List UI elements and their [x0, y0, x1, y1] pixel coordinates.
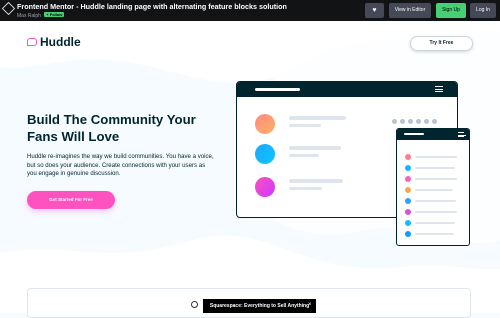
- get-started-button[interactable]: Get Started For Free: [27, 191, 115, 209]
- heart-button[interactable]: ♥: [365, 3, 384, 18]
- pen-author: Max Ralph + Follow: [17, 12, 65, 19]
- hero-headline: Build The Community Your Fans Will Love: [27, 112, 196, 144]
- sign-up-button[interactable]: Sign Up: [436, 3, 466, 18]
- heart-icon: ♥: [372, 7, 377, 14]
- close-icon[interactable]: ×: [308, 302, 314, 308]
- squarespace-logo-icon: [191, 301, 198, 308]
- hero-description: Huddle re-imagines the way we build comm…: [27, 153, 214, 178]
- view-in-editor-button[interactable]: View in Editor: [389, 3, 431, 18]
- chat-bubble-icon: [27, 38, 37, 46]
- log-in-button[interactable]: Log In: [470, 3, 496, 18]
- pen-title: Frontend Mentor - Huddle landing page wi…: [17, 2, 287, 11]
- codepen-topbar: Frontend Mentor - Huddle landing page wi…: [0, 0, 500, 21]
- follow-badge[interactable]: + Follow: [44, 12, 65, 17]
- logo-text: Huddle: [40, 35, 81, 49]
- try-it-free-button[interactable]: Try It Free: [410, 36, 473, 51]
- phone-mockup-illustration: [396, 128, 470, 246]
- advertisement-banner[interactable]: Squarespace: Everything to Sell Anything: [203, 299, 316, 313]
- author-name[interactable]: Max Ralph: [17, 13, 41, 19]
- codepen-logo-icon[interactable]: [1, 1, 16, 16]
